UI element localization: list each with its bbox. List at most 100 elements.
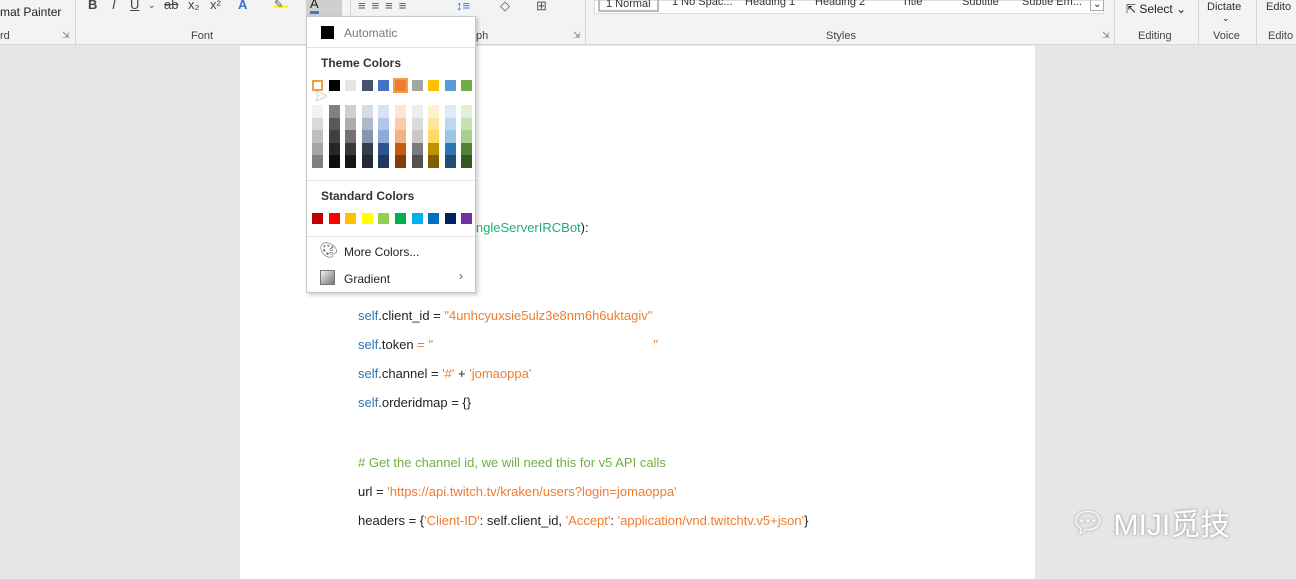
theme-shade-swatch[interactable]	[345, 142, 357, 155]
theme-shade-swatch[interactable]	[461, 130, 473, 143]
theme-shade-swatch[interactable]	[312, 130, 323, 143]
theme-shade-swatch[interactable]	[428, 117, 440, 130]
font-color-button[interactable]: A	[306, 0, 342, 16]
theme-shade-swatch[interactable]	[378, 117, 390, 130]
theme-shade-swatch[interactable]	[312, 155, 323, 168]
style-subtitle[interactable]: Subtitle	[962, 0, 999, 8]
theme-shade-swatch[interactable]	[444, 105, 456, 118]
italic-button[interactable]: I	[112, 0, 116, 12]
dictate-button[interactable]: Dictate	[1207, 1, 1241, 13]
theme-shade-swatch[interactable]	[444, 117, 456, 130]
theme-shade-swatch[interactable]	[328, 142, 340, 155]
theme-shade-swatch[interactable]	[328, 105, 340, 118]
theme-color-swatch[interactable]	[361, 80, 373, 91]
standard-color-swatch[interactable]	[312, 213, 323, 224]
theme-shade-swatch[interactable]	[378, 155, 390, 168]
theme-shade-swatch[interactable]	[361, 155, 373, 168]
superscript-button[interactable]: x²	[210, 0, 221, 12]
standard-color-swatch[interactable]	[395, 213, 406, 224]
theme-color-swatch[interactable]	[328, 80, 340, 91]
gradient-option[interactable]: Gradient ›	[307, 264, 475, 290]
style-no-spacing[interactable]: 1 No Spac...	[672, 0, 733, 8]
theme-shade-swatch[interactable]	[328, 155, 340, 168]
theme-shade-swatch[interactable]	[361, 117, 373, 130]
theme-shade-swatch[interactable]	[461, 105, 473, 118]
theme-color-swatch[interactable]	[378, 80, 390, 91]
standard-color-swatch[interactable]	[461, 213, 473, 224]
theme-shade-swatch[interactable]	[411, 105, 423, 118]
theme-shade-swatch[interactable]	[345, 155, 357, 168]
theme-shade-swatch[interactable]	[345, 130, 357, 143]
theme-shade-swatch[interactable]	[378, 105, 390, 118]
shading-icon[interactable]: ◇	[500, 0, 510, 14]
underline-dropdown-icon[interactable]: ⌄	[148, 0, 156, 11]
theme-color-swatch[interactable]	[461, 80, 473, 91]
bold-button[interactable]: B	[88, 0, 97, 12]
standard-color-swatch[interactable]	[328, 213, 340, 224]
theme-shade-swatch[interactable]	[411, 130, 423, 143]
format-painter-button[interactable]: mat Painter	[0, 5, 61, 19]
theme-shade-swatch[interactable]	[345, 105, 357, 118]
style-heading-2[interactable]: Heading 2	[815, 0, 865, 8]
theme-shade-swatch[interactable]	[444, 142, 456, 155]
strikethrough-button[interactable]: ab	[164, 0, 178, 12]
standard-color-swatch[interactable]	[444, 213, 456, 224]
borders-icon[interactable]: ⊞	[536, 0, 547, 14]
theme-shade-swatch[interactable]	[461, 142, 473, 155]
theme-color-swatch[interactable]	[393, 78, 408, 93]
theme-shade-swatch[interactable]	[428, 142, 440, 155]
style-heading-1[interactable]: Heading 1	[745, 0, 795, 8]
theme-shade-swatch[interactable]	[328, 130, 340, 143]
standard-color-swatch[interactable]	[345, 213, 357, 224]
theme-shade-swatch[interactable]	[461, 155, 473, 168]
theme-shade-swatch[interactable]	[444, 130, 456, 143]
theme-shade-swatch[interactable]	[395, 155, 406, 168]
standard-color-swatch[interactable]	[428, 213, 440, 224]
highlight-icon[interactable]: ✎	[274, 0, 288, 11]
theme-color-swatch[interactable]	[428, 80, 440, 91]
theme-shade-swatch[interactable]	[395, 117, 406, 130]
styles-more-icon[interactable]: ⌄	[1090, 0, 1105, 11]
more-colors-option[interactable]: 🎨︎ More Colors...	[307, 238, 475, 264]
style-normal[interactable]: 1 Normal	[598, 0, 659, 12]
theme-shade-swatch[interactable]	[378, 142, 390, 155]
theme-shade-swatch[interactable]	[461, 117, 473, 130]
clipboard-launcher-icon[interactable]: ⇲	[62, 30, 70, 41]
paragraph-launcher-icon[interactable]: ⇲	[573, 30, 581, 41]
theme-shade-swatch[interactable]	[411, 117, 423, 130]
automatic-color-option[interactable]: Automatic	[307, 19, 475, 45]
theme-shade-swatch[interactable]	[428, 155, 440, 168]
dictate-dropdown-icon[interactable]: ⌄	[1222, 13, 1230, 24]
theme-shade-swatch[interactable]	[312, 105, 323, 118]
standard-color-swatch[interactable]	[361, 213, 373, 224]
theme-shade-swatch[interactable]	[428, 105, 440, 118]
theme-shade-swatch[interactable]	[395, 142, 406, 155]
theme-color-swatch[interactable]	[345, 80, 357, 91]
theme-shade-swatch[interactable]	[361, 142, 373, 155]
style-subtle-emphasis[interactable]: Subtle Em...	[1022, 0, 1082, 8]
theme-shade-swatch[interactable]	[312, 142, 323, 155]
underline-button[interactable]: U	[130, 0, 139, 12]
select-button[interactable]: ⇱ Select ⌄	[1126, 2, 1186, 16]
style-title[interactable]: Title	[902, 0, 922, 8]
theme-shade-swatch[interactable]	[378, 130, 390, 143]
theme-shade-swatch[interactable]	[328, 117, 340, 130]
theme-color-swatch[interactable]	[411, 80, 423, 91]
theme-color-swatch[interactable]	[444, 80, 456, 91]
standard-color-swatch[interactable]	[378, 213, 390, 224]
theme-shade-swatch[interactable]	[411, 155, 423, 168]
theme-shade-swatch[interactable]	[395, 130, 406, 143]
text-effects-icon[interactable]: A	[238, 0, 247, 12]
theme-shade-swatch[interactable]	[444, 155, 456, 168]
align-buttons[interactable]: ≡≡≡≡	[358, 0, 412, 13]
theme-shade-swatch[interactable]	[345, 117, 357, 130]
theme-shade-swatch[interactable]	[395, 105, 406, 118]
styles-launcher-icon[interactable]: ⇲	[1102, 30, 1110, 41]
theme-shade-swatch[interactable]	[428, 130, 440, 143]
theme-shade-swatch[interactable]	[312, 117, 323, 130]
theme-shade-swatch[interactable]	[411, 142, 423, 155]
editor-button[interactable]: Edito	[1266, 1, 1291, 13]
theme-shade-swatch[interactable]	[361, 130, 373, 143]
theme-shade-swatch[interactable]	[361, 105, 373, 118]
line-spacing-icon[interactable]: ↕≡	[456, 0, 470, 13]
